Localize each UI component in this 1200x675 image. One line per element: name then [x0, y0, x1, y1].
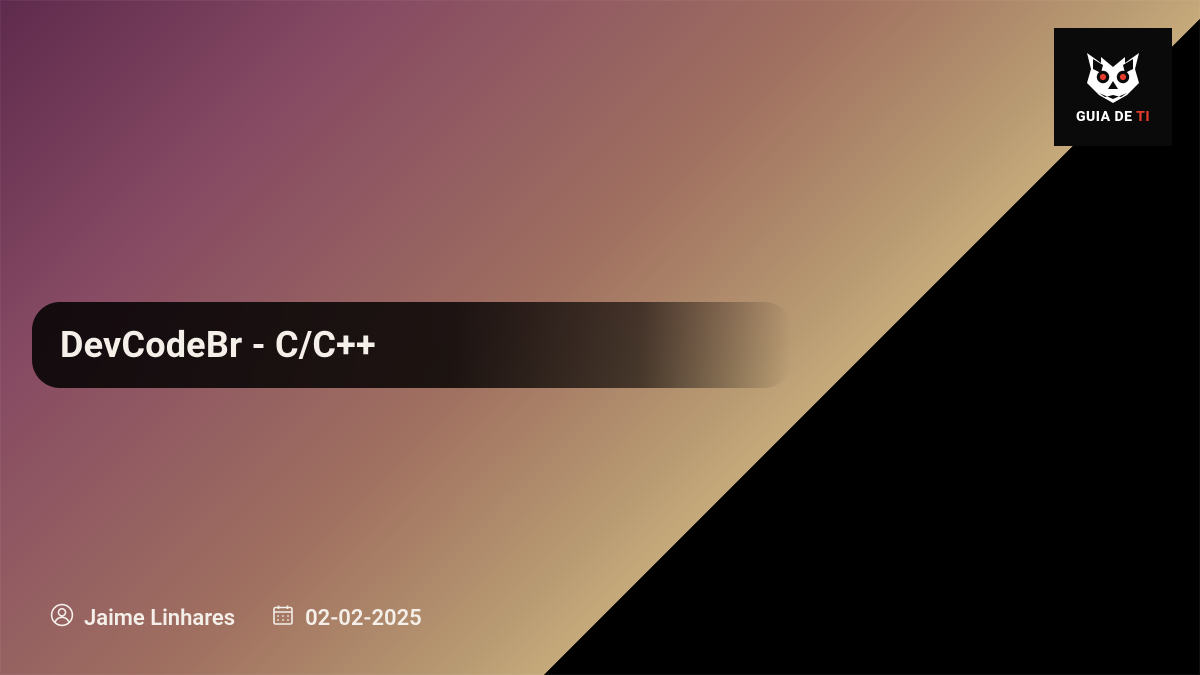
- date-value: 02-02-2025: [305, 606, 422, 631]
- page-title: DevCodeBr - C/C++: [60, 324, 376, 366]
- date-meta: 02-02-2025: [271, 603, 422, 633]
- brand-logo-text: GUIA DE TI: [1076, 109, 1150, 125]
- brand-logo-text-accent: TI: [1136, 109, 1150, 125]
- author-name: Jaime Linhares: [84, 606, 235, 631]
- author-meta: Jaime Linhares: [50, 603, 235, 633]
- brand-logo-badge: GUIA DE TI: [1054, 28, 1172, 146]
- title-pill: DevCodeBr - C/C++: [32, 302, 792, 388]
- owl-icon: [1081, 49, 1145, 103]
- thumbnail-card: GUIA DE TI DevCodeBr - C/C++ Jaime Linha…: [0, 0, 1200, 675]
- user-icon: [50, 603, 74, 633]
- calendar-icon: [271, 603, 295, 633]
- meta-row: Jaime Linhares: [50, 603, 422, 633]
- brand-logo-text-prefix: GUIA DE: [1076, 109, 1136, 125]
